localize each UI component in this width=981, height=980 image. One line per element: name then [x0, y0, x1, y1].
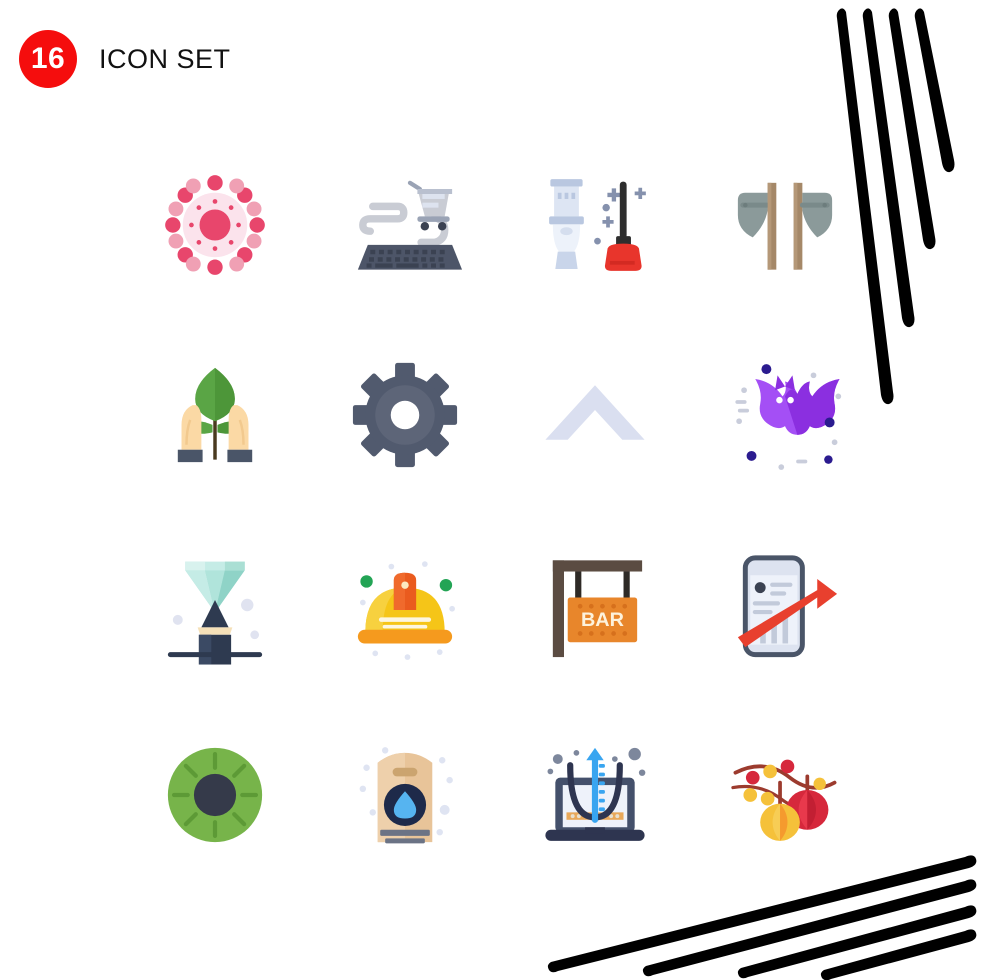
- kiwi-slice-icon: [167, 747, 263, 843]
- header: 16 Icon Set: [19, 30, 231, 88]
- chevron-up-icon: [545, 385, 645, 440]
- icon-count-value: 16: [30, 42, 66, 75]
- icon-cell-mobile-growth[interactable]: [690, 510, 880, 700]
- icon-cell-virus[interactable]: [120, 130, 310, 320]
- bat-icon: [735, 364, 842, 470]
- icon-cell-eco-care[interactable]: [120, 320, 310, 510]
- icon-cell-bat[interactable]: [690, 320, 880, 510]
- icon-cell-kiwi[interactable]: [120, 700, 310, 890]
- icon-cell-creativity[interactable]: [120, 510, 310, 700]
- gear-settings-icon: [352, 362, 458, 468]
- icon-cell-water-pack[interactable]: [310, 700, 500, 890]
- water-bag-icon: [359, 747, 453, 844]
- page-title: Icon Set: [99, 43, 231, 74]
- icon-cell-online-shopping[interactable]: [310, 130, 500, 320]
- hard-hat-icon: [357, 561, 455, 660]
- virus-dots-icon: [165, 175, 265, 275]
- diamond-pencil-icon: [167, 561, 263, 665]
- laptop-parabola-icon: [545, 747, 646, 841]
- icon-cell-plumbing[interactable]: [500, 130, 690, 320]
- party-lanterns-icon: [731, 759, 837, 841]
- double-axe-icon: [737, 182, 833, 270]
- icon-grid: BAR: [120, 130, 880, 890]
- bar-sign-icon: BAR: [552, 560, 643, 658]
- bar-sign-label: BAR: [581, 609, 624, 631]
- icon-cell-bar-sign[interactable]: BAR: [500, 510, 690, 700]
- icon-cell-hard-hat[interactable]: [310, 510, 500, 700]
- icon-cell-settings[interactable]: [310, 320, 500, 510]
- online-shopping-icon: [357, 180, 463, 270]
- icon-count-badge: 16: [19, 30, 77, 88]
- icon-cell-axe[interactable]: [690, 130, 880, 320]
- toilet-plunger-icon: [549, 179, 646, 271]
- hands-plant-icon: [177, 367, 253, 463]
- icon-cell-lanterns[interactable]: [690, 700, 880, 890]
- icon-cell-math-chart[interactable]: [500, 700, 690, 890]
- icon-cell-chevron-up[interactable]: [500, 320, 690, 510]
- mobile-growth-icon: [737, 555, 838, 658]
